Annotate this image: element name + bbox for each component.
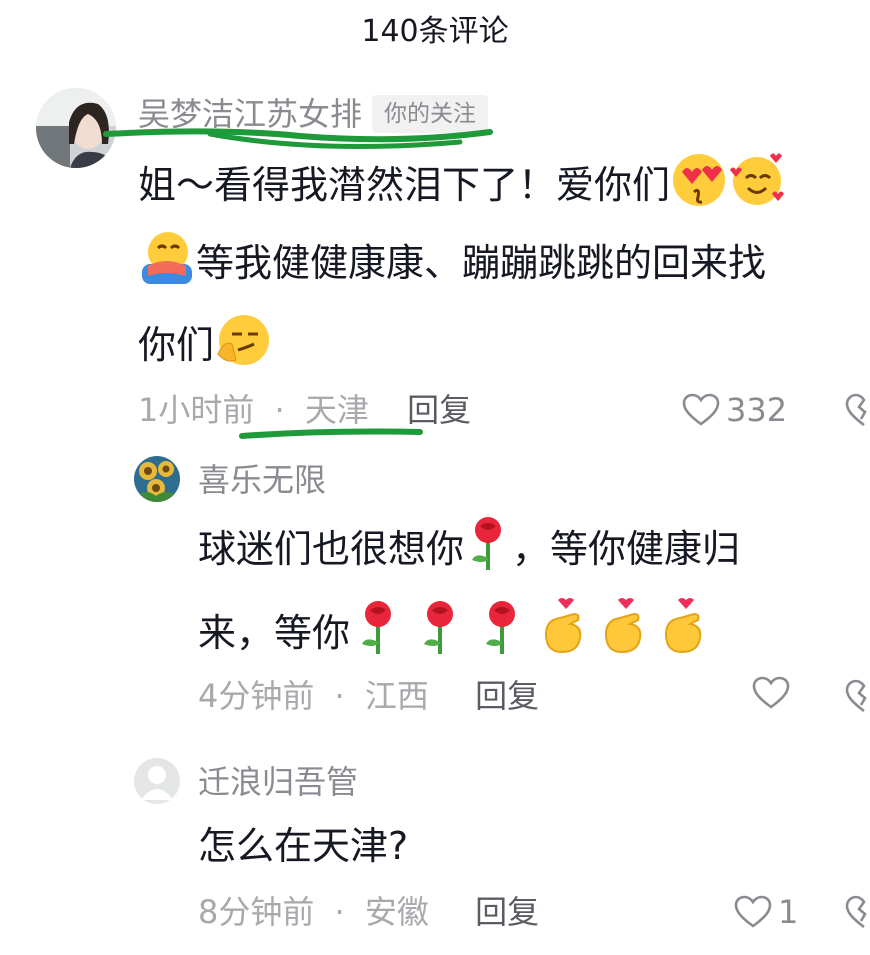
- rose-emoji: [464, 514, 512, 589]
- comment-text-line: 球迷们也很想你: [198, 527, 465, 571]
- like-count: 1: [778, 893, 799, 931]
- finger-heart-emoji: [538, 598, 590, 673]
- heart-icon: [734, 895, 772, 928]
- hug-emoji: [138, 228, 196, 303]
- rose-emoji: [476, 598, 528, 673]
- dislike-button[interactable]: [844, 678, 870, 718]
- comment-time: 8分钟前: [198, 893, 315, 931]
- reply-button[interactable]: 回复: [475, 677, 539, 715]
- comment-text-line: 怎么在天津?: [198, 824, 409, 868]
- heart-icon: [682, 393, 720, 426]
- comment-time: 4分钟前: [198, 677, 315, 715]
- comment-location: 江西: [364, 677, 429, 715]
- finger-heart-emoji: [598, 598, 650, 673]
- like-count: 332: [726, 391, 788, 429]
- comment-text-line: 你们: [138, 323, 215, 367]
- like-button[interactable]: 1: [734, 892, 798, 932]
- annotation-underline: [239, 428, 423, 439]
- dislike-button[interactable]: [844, 392, 870, 432]
- thinking-smirk-emoji: [214, 310, 272, 385]
- smiling-hearts-emoji: [728, 150, 786, 225]
- avatar[interactable]: [134, 758, 180, 804]
- comment-location: 安徽: [364, 893, 429, 931]
- comment-text-line: 来，等你: [198, 611, 351, 655]
- comment-author[interactable]: 喜乐无限: [198, 458, 326, 502]
- like-button[interactable]: [752, 676, 790, 710]
- comment-text-line: ，等你健康归: [512, 527, 741, 571]
- comment-text-line: 等我健健康康、蹦蹦跳跳的回来找: [196, 241, 767, 285]
- comment-text-line: 姐～看得我潸然泪下了！爱你们: [138, 163, 671, 207]
- comment-count-title: 140条评论: [361, 14, 509, 49]
- heart-eyes-emoji: [670, 150, 728, 225]
- like-button[interactable]: 332: [682, 390, 787, 430]
- reply-button[interactable]: 回复: [475, 893, 539, 931]
- heart-icon: [752, 676, 790, 709]
- meta-separator: ·: [334, 677, 345, 715]
- dislike-button[interactable]: [844, 894, 870, 934]
- dislike-icon: [845, 679, 867, 713]
- meta-separator: ·: [334, 893, 345, 931]
- avatar[interactable]: [134, 456, 180, 502]
- rose-emoji: [352, 598, 404, 673]
- dislike-icon: [845, 393, 867, 427]
- rose-emoji: [414, 598, 466, 673]
- comment-author[interactable]: 迁浪归吾管: [198, 760, 358, 804]
- dislike-icon: [845, 895, 867, 929]
- finger-heart-emoji: [658, 598, 710, 673]
